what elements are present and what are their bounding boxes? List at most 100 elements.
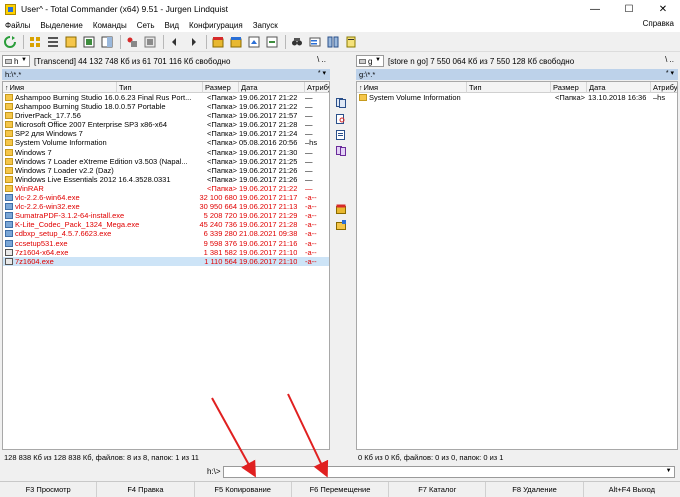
table-row[interactable]: Windows 7 Loader v2.2 (Daz) <Папка> 19.06.… — [3, 166, 329, 175]
file-date: 19.06.2017 21:10 — [239, 247, 298, 257]
column-date[interactable]: Дата — [587, 82, 651, 93]
command-input[interactable]: ▼ — [222, 465, 675, 478]
ftp-new-connection-icon[interactable] — [264, 34, 280, 50]
exe-file-icon — [5, 194, 13, 202]
table-row[interactable]: Ashampoo Burning Studio 16.0.6.23 Final … — [3, 93, 329, 102]
copy-panel-icon[interactable] — [335, 97, 347, 109]
table-row[interactable]: SumatraPDF-3.1.2-64-install.exe 5 208 720… — [3, 211, 329, 220]
left-path-control[interactable]: * ▾ — [318, 69, 326, 77]
right-drive-select[interactable]: g ▼ — [356, 55, 384, 67]
ftp-icon[interactable] — [246, 34, 262, 50]
search-binoculars-icon[interactable] — [289, 34, 305, 50]
menu-configuration[interactable]: Конфигурация — [184, 21, 248, 30]
table-row[interactable]: vlc-2.2.6-win64.exe 32 100 680 19.06.2017 … — [3, 193, 329, 202]
table-row[interactable]: Microsoft Office 2007 Enterprise SP3 x86… — [3, 120, 329, 129]
file-attributes: –hs — [653, 93, 666, 102]
view-file-icon[interactable] — [335, 129, 347, 141]
left-drive-tools[interactable]: \ .. — [317, 55, 326, 64]
f6-move-button[interactable]: F6 Перемещение — [292, 482, 390, 497]
select-all-icon[interactable] — [124, 34, 140, 50]
invert-selection-icon[interactable] — [142, 34, 158, 50]
refresh-icon[interactable] — [2, 34, 18, 50]
file-date: 19.06.2017 21:16 — [239, 238, 298, 248]
chevron-down-icon[interactable]: ▼ — [666, 468, 672, 474]
quick-view-icon[interactable] — [99, 34, 115, 50]
column-size[interactable]: Размер — [203, 82, 239, 93]
table-row[interactable]: 7z1604-x64.exe 1 381 582 19.06.2017 21:10-… — [3, 248, 329, 257]
right-path-bar[interactable]: g:\*.* * ▾ — [356, 69, 678, 80]
menu-commands[interactable]: Команды — [88, 21, 132, 30]
table-row[interactable]: Ashampoo Burning Studio 18.0.0.57 Portab… — [3, 102, 329, 111]
left-path-bar[interactable]: h:\*.* * ▾ — [2, 69, 330, 80]
f4-edit-button[interactable]: F4 Правка — [97, 482, 195, 497]
right-file-panel[interactable]: Имя Тип Размер Дата Атрибу System Volume… — [356, 81, 678, 450]
left-drive-select[interactable]: h ▼ — [2, 55, 30, 67]
table-row[interactable]: Windows Live Essentials 2012 16.4.3528.0… — [3, 175, 329, 184]
compare-files-icon[interactable] — [335, 145, 347, 157]
file-size: <Папка> — [207, 102, 237, 112]
table-row[interactable]: Windows 7 Loader eXtreme Edition v3.503 … — [3, 157, 329, 166]
menu-network[interactable]: Сеть — [132, 21, 160, 30]
table-row[interactable]: K-Lite_Codec_Pack_1324_Mega.exe 45 240 73… — [3, 220, 329, 229]
new-folder-icon[interactable] — [335, 219, 347, 231]
column-name[interactable]: Имя — [3, 82, 117, 93]
menu-files[interactable]: Файлы — [0, 21, 35, 30]
right-path-control[interactable]: * ▾ — [666, 69, 674, 77]
compare-search-icon[interactable] — [335, 113, 347, 125]
menu-launch[interactable]: Запуск — [248, 21, 283, 30]
column-size[interactable]: Размер — [551, 82, 587, 93]
unpack-archive-icon[interactable] — [228, 34, 244, 50]
file-name: vlc-2.2.6-win64.exe — [15, 193, 80, 203]
folder-icon — [5, 103, 13, 111]
file-name: System Volume Information — [369, 93, 461, 102]
file-date: 05.08.2016 20:56 — [239, 138, 298, 148]
table-row[interactable]: SP2 для Windows 7 <Папка> 19.06.2017 21:24… — [3, 129, 329, 138]
brief-view-icon[interactable] — [27, 34, 43, 50]
menu-help[interactable]: Справка — [643, 19, 674, 28]
table-row[interactable]: vlc-2.2.6-win32.exe 30 950 664 19.06.2017 … — [3, 202, 329, 211]
right-drive-tools[interactable]: \ .. — [665, 55, 674, 64]
multi-rename-icon[interactable] — [307, 34, 323, 50]
back-arrow-icon[interactable] — [167, 34, 183, 50]
column-type[interactable]: Тип — [117, 82, 203, 93]
table-row[interactable]: DriverPack_17.7.56 <Папка> 19.06.2017 21:5… — [3, 111, 329, 120]
archive-icon — [5, 248, 13, 256]
f7-mkdir-button[interactable]: F7 Каталог — [389, 482, 487, 497]
detailed-view-icon[interactable] — [45, 34, 61, 50]
alt-f4-exit-button[interactable]: Alt+F4 Выход — [584, 482, 680, 497]
chevron-down-icon: ▼ — [21, 57, 27, 63]
sync-dirs-icon[interactable] — [325, 34, 341, 50]
table-row[interactable]: System Volume Information <Папка> 05.08.20… — [3, 138, 329, 147]
notepad-icon[interactable] — [343, 34, 359, 50]
column-name[interactable]: Имя — [357, 82, 467, 93]
column-type[interactable]: Тип — [467, 82, 551, 93]
left-file-panel[interactable]: Имя Тип Размер Дата Атрибу Ashampoo Burn… — [2, 81, 330, 450]
thumbnails-icon[interactable] — [81, 34, 97, 50]
column-attr[interactable]: Атрибу — [305, 82, 329, 93]
menu-view[interactable]: Вид — [160, 21, 184, 30]
f8-delete-button[interactable]: F8 Удаление — [486, 482, 584, 497]
toolbar — [0, 32, 680, 52]
file-attributes: -a-- — [305, 229, 317, 239]
left-path: h:\*.* — [5, 70, 22, 79]
f5-copy-button[interactable]: F5 Копирование — [195, 482, 292, 497]
forward-arrow-icon[interactable] — [185, 34, 201, 50]
middle-button-bar — [331, 95, 351, 235]
table-row[interactable]: System Volume Information <Папка> 13.10.20… — [357, 93, 677, 102]
archive-icon[interactable] — [335, 203, 347, 215]
file-size: <Папка> — [207, 183, 237, 193]
table-row[interactable]: 7z1604.exe 1 110 564 19.06.2017 21:10 -a-- — [3, 256, 329, 266]
column-attr[interactable]: Атрибу — [651, 82, 677, 93]
table-row[interactable]: Windows 7 <Папка> 19.06.2017 21:30 — — [3, 148, 329, 157]
f3-view-button[interactable]: F3 Просмотр — [0, 482, 98, 497]
table-row[interactable]: WinRAR <Папка> 19.06.2017 21:22 — — [3, 184, 329, 193]
maximize-button[interactable]: ☐ — [612, 0, 646, 18]
table-row[interactable]: cdbxp_setup_4.5.7.6623.exe 6 339 280 21.08… — [3, 229, 329, 238]
table-row[interactable]: ccsetup531.exe 9 598 376 19.06.2017 21:16-… — [3, 239, 329, 248]
minimize-button[interactable]: — — [578, 0, 612, 18]
pack-archive-icon[interactable] — [210, 34, 226, 50]
column-date[interactable]: Дата — [239, 82, 305, 93]
tree-view-icon[interactable] — [63, 34, 79, 50]
menu-selection[interactable]: Выделение — [35, 21, 87, 30]
close-button[interactable]: ✕ — [646, 0, 680, 18]
